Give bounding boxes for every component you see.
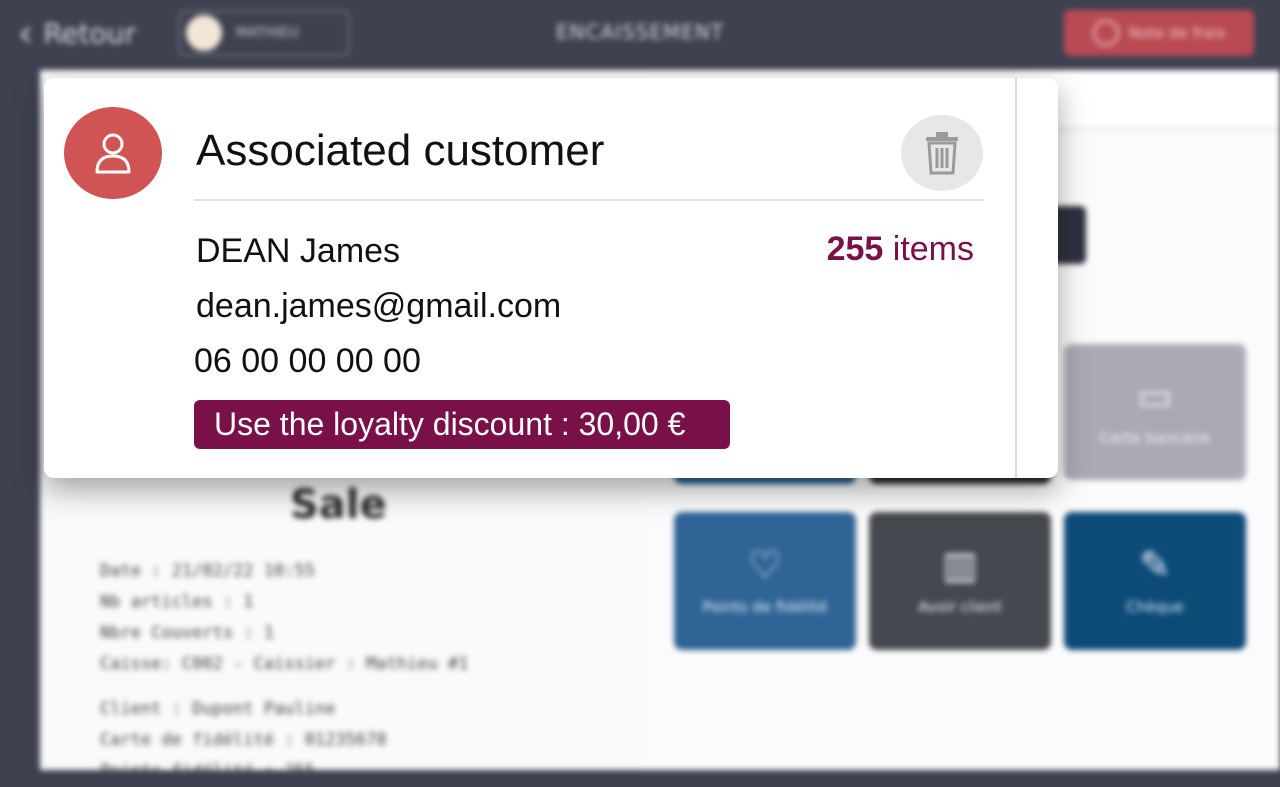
ticket-line: Nb articles : 1 xyxy=(100,592,254,612)
ticket-body: Date : 21/02/22 10:55 Nb articles : 1 Nb… xyxy=(100,556,468,787)
customer-phone: 06 00 00 00 00 xyxy=(194,342,421,380)
barcode-icon: ▥ xyxy=(942,543,978,587)
ticket-title: Sale xyxy=(290,482,387,528)
customer-items-count: 255 items xyxy=(827,230,974,269)
modal-edge-divider xyxy=(1015,78,1017,478)
associated-customer-modal: Associated customer DEAN James 255 items… xyxy=(44,78,1058,478)
ticket-line: Nbre Couverts : 1 xyxy=(100,623,274,643)
use-loyalty-discount-button[interactable]: Use the loyalty discount : 30,00 € xyxy=(194,400,730,449)
modal-divider xyxy=(194,199,984,201)
payment-tile-loyalty-points[interactable]: ♡ Points de fidélité xyxy=(674,512,856,650)
ticket-line: Date : 21/02/22 10:55 xyxy=(100,561,315,581)
payment-tile-card[interactable]: ▭ Carte bancaire xyxy=(1064,344,1246,480)
payment-tile-cheque[interactable]: ✎ Chèque xyxy=(1064,512,1246,650)
modal-title: Associated customer xyxy=(196,126,605,175)
user-icon xyxy=(64,107,162,199)
items-count-suffix: items xyxy=(883,230,974,268)
tile-label: Avoir client xyxy=(918,598,1002,616)
credit-card-icon: ▭ xyxy=(1137,374,1173,418)
remove-customer-button[interactable] xyxy=(901,115,983,191)
top-bar: ‹ Retour MATHIEU ENCAISSEMENT Note de fr… xyxy=(0,0,1280,66)
expense-note-label: Note de frais xyxy=(1128,24,1226,42)
ticket-gap xyxy=(100,680,468,694)
items-count-value: 255 xyxy=(826,230,884,268)
tile-label: Points de fidélité xyxy=(702,598,828,616)
customer-email: dean.james@gmail.com xyxy=(196,287,562,325)
ticket-line: Points fidélité : 255 xyxy=(100,761,315,781)
ticket-line: Client : Dupont Pauline xyxy=(100,699,336,719)
tile-label: Carte bancaire xyxy=(1099,429,1211,447)
payment-tile-credit-note[interactable]: ▥ Avoir client xyxy=(869,512,1051,650)
ticket-line: Carte de fidélité : 01235678 xyxy=(100,730,387,750)
cheque-icon: ✎ xyxy=(1139,543,1171,587)
tile-label: Chèque xyxy=(1126,598,1184,616)
expense-note-button[interactable]: Note de frais xyxy=(1064,10,1254,56)
customer-name: DEAN James xyxy=(196,232,401,270)
heart-icon: ♡ xyxy=(747,543,783,587)
receipt-icon xyxy=(1092,20,1119,46)
trash-icon xyxy=(926,132,958,175)
ticket-line: Caisse: C002 - Caissier : Mathieu #1 xyxy=(100,654,469,674)
